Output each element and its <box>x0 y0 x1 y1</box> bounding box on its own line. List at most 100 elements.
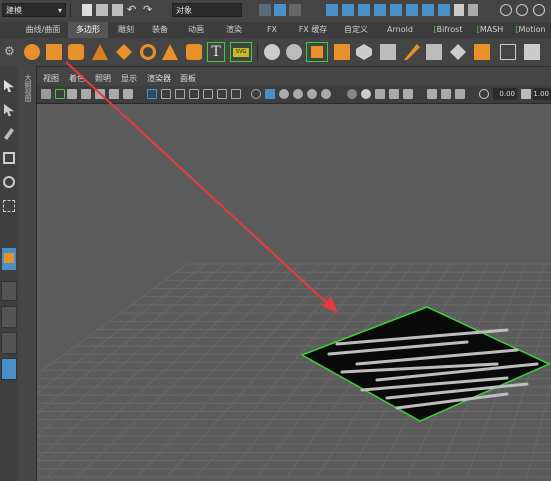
history-icon[interactable] <box>438 4 450 16</box>
tab-custom[interactable]: 自定义 <box>336 22 376 38</box>
bridge-icon[interactable] <box>450 44 466 60</box>
camera-near-clip-icon[interactable] <box>479 89 489 99</box>
new-scene-icon[interactable] <box>82 4 92 16</box>
tab-fx-caching[interactable]: FX 缓存 <box>292 22 334 38</box>
resolution-gate-icon[interactable] <box>389 89 399 99</box>
tab-motion[interactable]: [Motion <box>510 22 551 38</box>
paint-select-tool-icon[interactable] <box>4 128 14 140</box>
mirror-icon[interactable] <box>380 44 396 60</box>
exposure-icon[interactable] <box>347 89 357 99</box>
poly-prism-icon[interactable] <box>162 44 178 60</box>
make-live-icon[interactable] <box>422 4 434 16</box>
poly-cone-icon[interactable] <box>92 44 108 60</box>
separate-icon[interactable] <box>286 44 302 60</box>
snap-point-icon[interactable] <box>358 4 370 16</box>
depth-of-field-icon[interactable] <box>321 89 331 99</box>
save-scene-icon[interactable] <box>112 4 123 16</box>
outliner-strip[interactable]: 大纲视图 <box>18 66 37 481</box>
scale-tool-icon[interactable] <box>3 200 15 212</box>
four-pane-layout-icon[interactable] <box>1 306 17 328</box>
smooth-bracket-icon[interactable] <box>306 42 328 62</box>
shelf-settings-gear-icon[interactable]: ⚙ <box>4 44 15 58</box>
combine-icon[interactable] <box>264 44 280 60</box>
use-lights-icon[interactable] <box>203 89 213 99</box>
menu-shading[interactable]: 着色 <box>69 73 85 85</box>
lasso-tool-icon[interactable] <box>4 104 14 116</box>
tab-rendering[interactable]: 渲染 <box>216 22 252 38</box>
open-scene-icon[interactable] <box>96 4 108 16</box>
isolate-select-icon[interactable] <box>251 89 261 99</box>
menu-renderer[interactable]: 渲染器 <box>147 73 171 85</box>
snap-surface-icon[interactable] <box>390 4 402 16</box>
select-hierarchy-icon[interactable] <box>259 4 271 16</box>
tab-bifrost[interactable]: [Bifrost <box>426 22 470 38</box>
grid-toggle-icon[interactable] <box>123 89 133 99</box>
motion-blur-icon[interactable] <box>293 89 303 99</box>
snap-view-icon[interactable] <box>406 4 418 16</box>
field-chart-icon[interactable] <box>427 89 437 99</box>
bookmarks-icon[interactable] <box>67 89 77 99</box>
grease-pencil-icon[interactable] <box>109 89 119 99</box>
lasso-icon[interactable] <box>500 4 512 16</box>
tab-arnold[interactable]: Arnold <box>378 22 422 38</box>
active-tool-highlight[interactable] <box>2 248 16 270</box>
image-plane-icon[interactable] <box>81 89 91 99</box>
tab-curves-surfaces[interactable]: 曲线/曲面 <box>20 22 66 38</box>
xray-joints-icon[interactable] <box>265 89 275 99</box>
select-component-icon[interactable] <box>289 4 301 16</box>
select-object-icon[interactable] <box>274 4 286 16</box>
smooth-shade-icon[interactable] <box>161 89 171 99</box>
redo-icon[interactable]: ↷ <box>143 3 152 16</box>
near-clip-field[interactable]: 0.00 <box>493 88 517 100</box>
paint-select-icon[interactable] <box>516 4 528 16</box>
bevel-icon[interactable] <box>474 44 490 60</box>
reduce-icon[interactable] <box>356 44 372 60</box>
view-transform-icon[interactable] <box>375 89 385 99</box>
ambient-occlusion-icon[interactable] <box>279 89 289 99</box>
gate-mask-icon[interactable] <box>403 89 413 99</box>
tab-fx[interactable]: FX <box>254 22 290 38</box>
shadows-icon[interactable] <box>217 89 227 99</box>
svg-tool-icon[interactable]: SVG <box>230 42 252 62</box>
2d-pan-zoom-icon[interactable] <box>95 89 105 99</box>
safe-title-icon[interactable] <box>455 89 465 99</box>
poly-cube-icon[interactable] <box>46 44 62 60</box>
menu-lighting[interactable]: 照明 <box>95 73 111 85</box>
poly-sphere-icon[interactable] <box>24 44 40 60</box>
xray-icon[interactable] <box>231 89 241 99</box>
object-selection-field[interactable]: 对象 <box>172 3 242 17</box>
rotate-tool-icon[interactable] <box>3 176 15 188</box>
poly-plane-icon[interactable] <box>116 44 132 60</box>
select-camera-icon[interactable] <box>41 89 51 99</box>
magnet-icon[interactable] <box>533 4 545 16</box>
tab-rigging[interactable]: 装备 <box>144 22 176 38</box>
boolean-icon[interactable] <box>334 44 350 60</box>
single-pane-layout-icon[interactable] <box>1 281 17 301</box>
move-tool-icon[interactable] <box>3 152 15 164</box>
tab-mash[interactable]: [MASH <box>472 22 508 38</box>
uv-editor-icon[interactable] <box>500 44 516 60</box>
outliner-layout-icon[interactable] <box>1 358 17 380</box>
planar-mapping-icon[interactable] <box>524 44 540 60</box>
perspective-viewport[interactable] <box>37 72 551 481</box>
menu-view[interactable]: 视图 <box>43 73 59 85</box>
menu-show[interactable]: 显示 <box>121 73 137 85</box>
anti-aliasing-icon[interactable] <box>307 89 317 99</box>
gamma-icon[interactable] <box>361 89 371 99</box>
lock-icon[interactable] <box>454 4 464 16</box>
select-tool-icon[interactable] <box>4 80 14 92</box>
tab-polygons[interactable]: 多边形 <box>68 22 108 38</box>
textured-icon[interactable] <box>189 89 199 99</box>
safe-action-icon[interactable] <box>441 89 451 99</box>
camera-attributes-icon[interactable] <box>55 89 65 99</box>
unlock-icon[interactable] <box>468 4 478 16</box>
undo-icon[interactable]: ↶ <box>127 3 136 16</box>
far-clip-icon[interactable] <box>521 89 531 99</box>
tab-sculpting[interactable]: 雕刻 <box>110 22 142 38</box>
far-clip-field[interactable]: 1.00 <box>533 88 551 100</box>
wireframe-on-shaded-icon[interactable] <box>175 89 185 99</box>
poly-cylinder-icon[interactable] <box>68 44 84 60</box>
poly-torus-icon[interactable] <box>140 44 156 60</box>
type-tool-icon[interactable]: T <box>207 42 225 62</box>
mode-dropdown[interactable]: 建模 ▾ <box>2 3 66 17</box>
